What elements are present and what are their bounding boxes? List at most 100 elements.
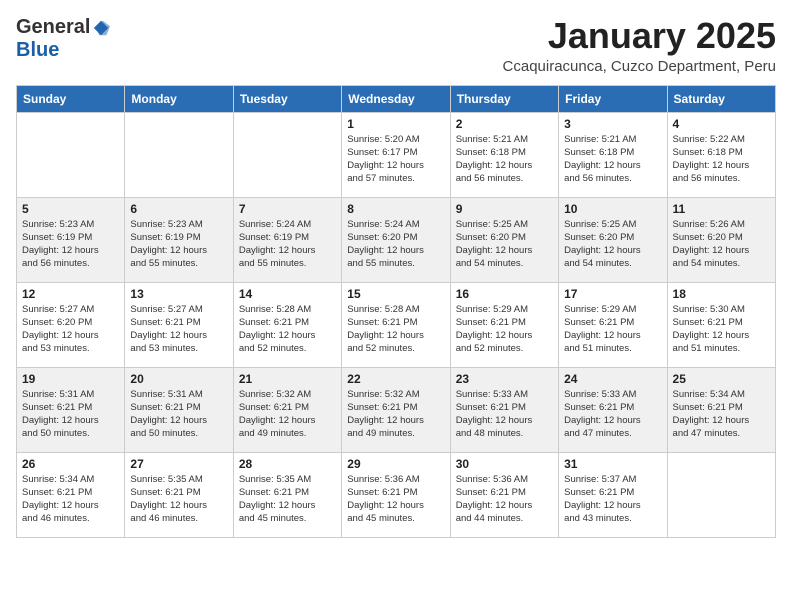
day-number: 15 [347,287,444,301]
calendar-cell: 24 Sunrise: 5:33 AM Sunset: 6:21 PM Dayli… [559,367,667,452]
weekday-header-sunday: Sunday [17,85,125,112]
day-info: Sunrise: 5:24 AM Sunset: 6:20 PM Dayligh… [347,218,444,271]
weekday-header-saturday: Saturday [667,85,775,112]
day-info: Sunrise: 5:29 AM Sunset: 6:21 PM Dayligh… [456,303,553,356]
calendar-cell: 30 Sunrise: 5:36 AM Sunset: 6:21 PM Dayli… [450,452,558,537]
day-number: 6 [130,202,227,216]
day-info: Sunrise: 5:37 AM Sunset: 6:21 PM Dayligh… [564,473,661,526]
day-number: 29 [347,457,444,471]
week-row-3: 12 Sunrise: 5:27 AM Sunset: 6:20 PM Dayli… [17,282,776,367]
weekday-header-wednesday: Wednesday [342,85,450,112]
title-section: January 2025 Ccaquiracunca, Cuzco Depart… [503,16,776,75]
day-number: 24 [564,372,661,386]
week-row-4: 19Sunrise: 5:31 AM Sunset: 6:21 PM Dayli… [17,367,776,452]
day-number: 10 [564,202,661,216]
day-number: 13 [130,287,227,301]
logo: General Blue [16,16,110,62]
calendar-cell: 8 Sunrise: 5:24 AM Sunset: 6:20 PM Daylig… [342,197,450,282]
day-number: 26 [22,457,119,471]
calendar-cell: 23 Sunrise: 5:33 AM Sunset: 6:21 PM Dayli… [450,367,558,452]
calendar-cell: 25 Sunrise: 5:34 AM Sunset: 6:21 PM Dayli… [667,367,775,452]
calendar-cell: 11Sunrise: 5:26 AM Sunset: 6:20 PM Dayli… [667,197,775,282]
day-info: Sunrise: 5:24 AM Sunset: 6:19 PM Dayligh… [239,218,336,271]
day-number: 7 [239,202,336,216]
calendar-cell: 3Sunrise: 5:21 AM Sunset: 6:18 PM Daylig… [559,112,667,197]
day-number: 4 [673,117,770,131]
day-info: Sunrise: 5:28 AM Sunset: 6:21 PM Dayligh… [239,303,336,356]
day-number: 22 [347,372,444,386]
day-info: Sunrise: 5:21 AM Sunset: 6:18 PM Dayligh… [456,133,553,186]
day-number: 8 [347,202,444,216]
calendar-cell: 26 Sunrise: 5:34 AM Sunset: 6:21 PM Dayli… [17,452,125,537]
calendar-cell: 15 Sunrise: 5:28 AM Sunset: 6:21 PM Dayli… [342,282,450,367]
day-number: 30 [456,457,553,471]
day-info: Sunrise: 5:30 AM Sunset: 6:21 PM Dayligh… [673,303,770,356]
day-number: 11 [673,202,770,216]
day-info: Sunrise: 5:23 AM Sunset: 6:19 PM Dayligh… [130,218,227,271]
week-row-1: 1 Sunrise: 5:20 AM Sunset: 6:17 PM Daylig… [17,112,776,197]
day-number: 17 [564,287,661,301]
day-number: 2 [456,117,553,131]
day-info: Sunrise: 5:34 AM Sunset: 6:21 PM Dayligh… [22,473,119,526]
day-number: 21 [239,372,336,386]
logo-icon [92,19,110,37]
weekday-header-monday: Monday [125,85,233,112]
calendar-cell [233,112,341,197]
calendar-cell: 1 Sunrise: 5:20 AM Sunset: 6:17 PM Daylig… [342,112,450,197]
weekday-header-row: SundayMondayTuesdayWednesdayThursdayFrid… [17,85,776,112]
calendar-cell: 27 Sunrise: 5:35 AM Sunset: 6:21 PM Dayli… [125,452,233,537]
day-info: Sunrise: 5:31 AM Sunset: 6:21 PM Dayligh… [22,388,119,441]
calendar-cell: 28Sunrise: 5:35 AM Sunset: 6:21 PM Dayli… [233,452,341,537]
day-info: Sunrise: 5:25 AM Sunset: 6:20 PM Dayligh… [564,218,661,271]
day-info: Sunrise: 5:27 AM Sunset: 6:20 PM Dayligh… [22,303,119,356]
weekday-header-friday: Friday [559,85,667,112]
day-info: Sunrise: 5:33 AM Sunset: 6:21 PM Dayligh… [456,388,553,441]
day-info: Sunrise: 5:32 AM Sunset: 6:21 PM Dayligh… [347,388,444,441]
day-number: 23 [456,372,553,386]
day-number: 1 [347,117,444,131]
page-header: General Blue January 2025 Ccaquiracunca,… [16,16,776,75]
day-number: 28 [239,457,336,471]
calendar-table: SundayMondayTuesdayWednesdayThursdayFrid… [16,85,776,538]
day-number: 12 [22,287,119,301]
week-row-2: 5Sunrise: 5:23 AM Sunset: 6:19 PM Daylig… [17,197,776,282]
day-info: Sunrise: 5:25 AM Sunset: 6:20 PM Dayligh… [456,218,553,271]
day-number: 20 [130,372,227,386]
calendar-cell: 12 Sunrise: 5:27 AM Sunset: 6:20 PM Dayli… [17,282,125,367]
month-title: January 2025 [503,16,776,56]
day-number: 9 [456,202,553,216]
calendar-cell: 20 Sunrise: 5:31 AM Sunset: 6:21 PM Dayli… [125,367,233,452]
day-info: Sunrise: 5:31 AM Sunset: 6:21 PM Dayligh… [130,388,227,441]
day-info: Sunrise: 5:35 AM Sunset: 6:21 PM Dayligh… [130,473,227,526]
calendar-cell [17,112,125,197]
weekday-header-tuesday: Tuesday [233,85,341,112]
day-info: Sunrise: 5:23 AM Sunset: 6:19 PM Dayligh… [22,218,119,271]
day-info: Sunrise: 5:29 AM Sunset: 6:21 PM Dayligh… [564,303,661,356]
day-info: Sunrise: 5:36 AM Sunset: 6:21 PM Dayligh… [347,473,444,526]
calendar-cell: 21 Sunrise: 5:32 AM Sunset: 6:21 PM Dayli… [233,367,341,452]
day-info: Sunrise: 5:27 AM Sunset: 6:21 PM Dayligh… [130,303,227,356]
day-info: Sunrise: 5:33 AM Sunset: 6:21 PM Dayligh… [564,388,661,441]
day-info: Sunrise: 5:34 AM Sunset: 6:21 PM Dayligh… [673,388,770,441]
day-info: Sunrise: 5:32 AM Sunset: 6:21 PM Dayligh… [239,388,336,441]
calendar-cell: 22 Sunrise: 5:32 AM Sunset: 6:21 PM Dayli… [342,367,450,452]
calendar-cell: 18Sunrise: 5:30 AM Sunset: 6:21 PM Dayli… [667,282,775,367]
calendar-cell: 6 Sunrise: 5:23 AM Sunset: 6:19 PM Daylig… [125,197,233,282]
week-row-5: 26 Sunrise: 5:34 AM Sunset: 6:21 PM Dayli… [17,452,776,537]
calendar-cell: 13 Sunrise: 5:27 AM Sunset: 6:21 PM Dayli… [125,282,233,367]
day-info: Sunrise: 5:28 AM Sunset: 6:21 PM Dayligh… [347,303,444,356]
day-number: 27 [130,457,227,471]
day-info: Sunrise: 5:36 AM Sunset: 6:21 PM Dayligh… [456,473,553,526]
calendar-cell: 10 Sunrise: 5:25 AM Sunset: 6:20 PM Dayli… [559,197,667,282]
day-info: Sunrise: 5:22 AM Sunset: 6:18 PM Dayligh… [673,133,770,186]
day-number: 3 [564,117,661,131]
day-number: 25 [673,372,770,386]
logo-general-text: General [16,16,90,39]
calendar-cell: 29 Sunrise: 5:36 AM Sunset: 6:21 PM Dayli… [342,452,450,537]
day-info: Sunrise: 5:20 AM Sunset: 6:17 PM Dayligh… [347,133,444,186]
calendar-cell [667,452,775,537]
day-number: 31 [564,457,661,471]
calendar-cell: 7 Sunrise: 5:24 AM Sunset: 6:19 PM Daylig… [233,197,341,282]
weekday-header-thursday: Thursday [450,85,558,112]
calendar-cell: 14Sunrise: 5:28 AM Sunset: 6:21 PM Dayli… [233,282,341,367]
